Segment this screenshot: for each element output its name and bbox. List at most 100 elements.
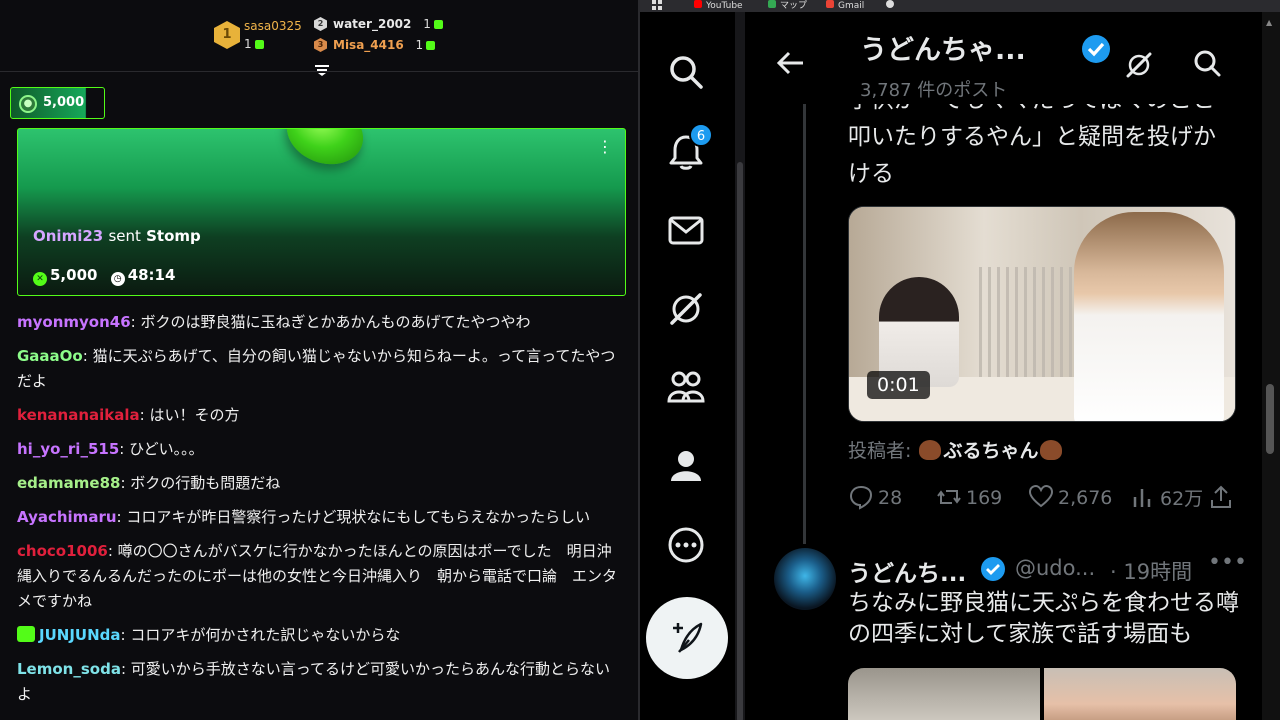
chat-message-list: myonmyon46: ボクのは野良猫に玉ねぎとかあかんものあげてたやつやわ G… — [17, 310, 622, 716]
scroll-up-arrow-icon[interactable]: ▲ — [1266, 18, 1272, 27]
maps-icon — [768, 0, 776, 8]
communities-icon[interactable] — [666, 367, 706, 407]
repost-button[interactable]: 169 — [936, 484, 1002, 510]
x-app: 6 子供が「でもママだってぼくのこと 叩いたりするやん」と疑問を投げかける — [640, 12, 1280, 720]
profile-name: うどんちゃ... — [860, 35, 1026, 66]
reply-icon — [849, 485, 873, 510]
bookmarks-bar: YouTube マップ Gmail — [640, 0, 1280, 12]
gift-badge-icon — [17, 626, 35, 642]
chat-username[interactable]: myonmyon46 — [17, 313, 131, 331]
tweet-text: ちなみに野良猫に天ぷらを食わせる噂の四季に対して家族で話す場面も — [848, 590, 1239, 647]
nav-scrollbar[interactable] — [735, 12, 745, 720]
like-button[interactable]: 2,676 — [1028, 484, 1112, 510]
gifter-leaderboard: 1 sasa0325 1 2 water_2002 1 3 Misa_4416 … — [0, 0, 638, 76]
search-icon[interactable] — [666, 52, 706, 92]
chat-username[interactable]: Lemon_soda — [17, 660, 121, 678]
chat-message: GaaaOo: 猫に天ぷらあげて、自分の飼い猫じゃないから知らねーよ。って言って… — [17, 347, 616, 390]
post-count: 3,787 件のポスト — [860, 80, 1008, 101]
poop-emoji-icon — [1040, 440, 1063, 460]
views-button[interactable]: 62万 — [1130, 484, 1203, 511]
expand-leaderboard-icon[interactable] — [313, 64, 331, 78]
gift-sender-line: Onimi23 sent Stomp — [33, 227, 201, 245]
timeline-column: 子供が「でもママだってぼくのこと 叩いたりするやん」と疑問を投げかける 0:01… — [748, 12, 1260, 720]
chat-message: kenananaikala: はい！その方 — [17, 406, 240, 424]
repost-icon — [937, 490, 961, 504]
bookmark-gmail[interactable]: Gmail — [826, 0, 864, 11]
youtube-icon — [694, 0, 702, 8]
gift-timer: 48:14 — [127, 266, 176, 284]
video-posted-by: 投稿者: ぶるちゃん — [848, 436, 1064, 463]
thread-connector-line — [803, 104, 806, 544]
chat-username[interactable]: Ayachimaru — [17, 508, 117, 526]
chat-message: JUNJUNda: コロアキが何かされた訳じゃないからな — [17, 623, 622, 648]
gift-icon — [254, 40, 264, 49]
more-options-icon[interactable]: ⋮ — [597, 137, 613, 156]
tweet-more-icon[interactable]: ••• — [1208, 550, 1247, 575]
tweet-text: 子供が「でもママだってぼくのこと 叩いたりするやん」と疑問を投げかける — [848, 87, 1216, 187]
leaderboard-first-name[interactable]: sasa0325 — [244, 18, 302, 34]
bookmark-maps[interactable]: マップ — [768, 0, 807, 11]
chat-username[interactable]: GaaaOo — [17, 347, 83, 365]
bookmark-youtube[interactable]: YouTube — [694, 0, 743, 11]
stomp-gift-image — [278, 129, 372, 175]
compose-post-button[interactable] — [646, 597, 728, 679]
bookmark-extension-icon[interactable] — [886, 0, 898, 11]
poop-emoji-icon — [919, 440, 942, 460]
stream-chat-panel: 1 sasa0325 1 2 water_2002 1 3 Misa_4416 … — [0, 0, 640, 720]
verified-badge-icon — [980, 556, 1006, 582]
tweet-reply[interactable]: うどんち... @udo... · 19時間 ••• ちなみに野良猫に天ぷらを食… — [748, 548, 1260, 720]
reply-button[interactable]: 28 — [848, 484, 902, 510]
gift-meta: ✕ 5,000 ◷ 48:14 — [33, 266, 175, 286]
chat-username[interactable]: hi_yo_ri_515 — [17, 440, 119, 458]
tweet-image[interactable] — [848, 668, 1040, 720]
feather-plus-icon — [673, 622, 703, 653]
gift-coin-icon: ● — [19, 95, 37, 113]
nav-rail: 6 — [640, 12, 732, 720]
chat-username[interactable]: JUNJUNda — [39, 626, 121, 644]
more-options-icon[interactable] — [666, 525, 706, 565]
gift-amount: 5,000 — [50, 266, 98, 284]
chat-message: hi_yo_ri_515: ひどい。。。 — [17, 440, 204, 458]
gift-notification-card: ⋮ Onimi23 sent Stomp ✕ 5,000 ◷ 48:14 — [17, 128, 626, 296]
clock-icon: ◷ — [110, 272, 125, 286]
avatar[interactable] — [774, 548, 836, 610]
tweet-action-bar: 28 169 2,676 62万 — [848, 484, 1238, 512]
share-icon — [1211, 485, 1231, 508]
gmail-icon — [826, 0, 834, 8]
kick-coin-icon: ✕ — [33, 272, 47, 286]
chat-username[interactable]: choco1006 — [17, 542, 108, 560]
pinned-gift-pill[interactable]: ● 5,000 — [10, 87, 105, 119]
tweet-image[interactable] — [1044, 668, 1236, 720]
tweet-author-name[interactable]: うどんち... — [848, 554, 966, 588]
chat-username[interactable]: kenananaikala — [17, 406, 140, 424]
profile-header-bar: うどんちゃ... 3,787 件のポスト — [748, 12, 1260, 104]
gift-item-name: Stomp — [146, 227, 201, 245]
chat-message: Lemon_soda: 可愛いから手放さない言ってるけど可愛いかったらあんな行動… — [17, 660, 611, 703]
heart-icon — [1028, 484, 1054, 508]
chat-username[interactable]: edamame88 — [17, 474, 120, 492]
search-icon[interactable] — [1192, 48, 1222, 78]
rank-1-badge-icon: 1 — [214, 21, 240, 49]
profile-icon[interactable] — [666, 446, 706, 486]
grok-icon[interactable] — [666, 289, 706, 329]
messages-envelope-icon[interactable] — [666, 210, 706, 250]
apps-grid-icon[interactable] — [652, 0, 662, 12]
page-scrollbar[interactable]: ▲ — [1262, 12, 1280, 720]
gift-icon — [433, 20, 443, 29]
tweet-author-handle[interactable]: @udo... — [1015, 556, 1095, 580]
grok-icon[interactable] — [1124, 50, 1154, 80]
share-button[interactable] — [1208, 484, 1238, 510]
video-duration: 0:01 — [867, 371, 930, 399]
chat-message: Ayachimaru: コロアキが昨日警察行ったけど現状なにもしてもらえなかった… — [17, 508, 591, 526]
tweet-media[interactable] — [848, 668, 1236, 720]
leaderboard-third-entry[interactable]: Misa_4416 1 — [333, 37, 436, 53]
tweet-video[interactable]: 0:01 — [848, 206, 1236, 422]
back-arrow-icon[interactable] — [776, 50, 806, 76]
rank-2-badge-icon: 2 — [314, 17, 327, 31]
chat-message: choco1006: 噂の〇〇さんがバスケに行かなかったほんとの原因はポーでした… — [17, 542, 618, 610]
tweet-timestamp[interactable]: · 19時間 — [1110, 556, 1192, 586]
leaderboard-second-entry[interactable]: water_2002 1 — [333, 16, 443, 32]
leaderboard-first-count: 1 — [244, 36, 264, 52]
rank-3-badge-icon: 3 — [314, 38, 327, 52]
gift-sender-name[interactable]: Onimi23 — [33, 227, 103, 245]
